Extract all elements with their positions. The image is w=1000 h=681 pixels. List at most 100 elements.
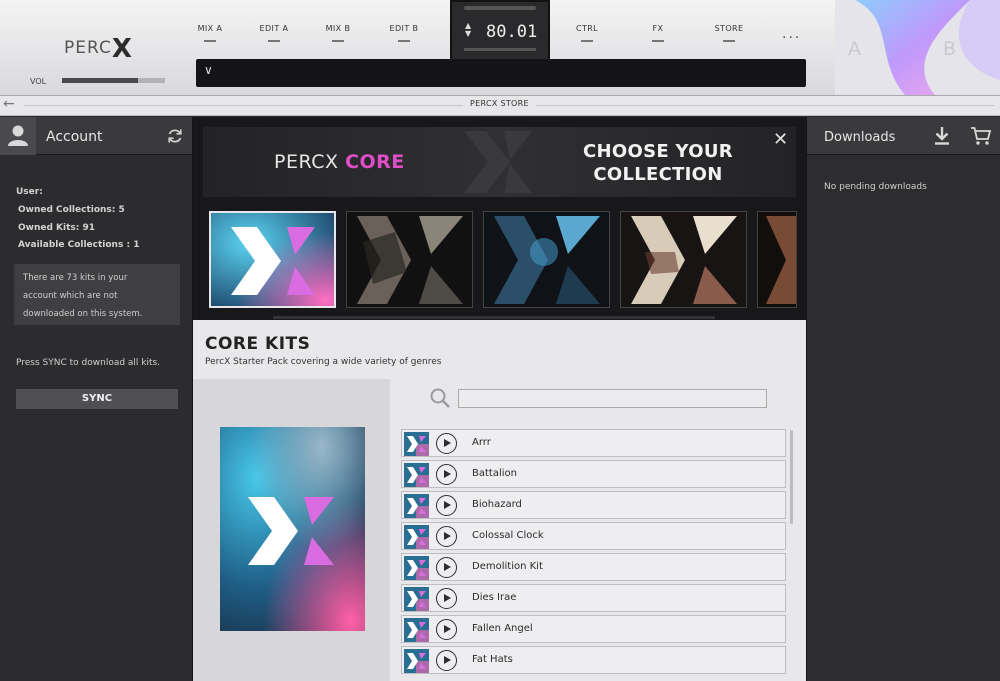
downloads-panel: Downloads No pending downloads: [806, 117, 1000, 681]
tab-edit-b[interactable]: EDIT B: [374, 24, 434, 42]
banner-logo-highlight: CORE: [345, 151, 405, 173]
close-icon[interactable]: ✕: [773, 131, 788, 149]
store-title: PERCX STORE: [463, 99, 536, 108]
tempo-top-bar: [464, 6, 536, 10]
choose-collection-heading: CHOOSE YOUR COLLECTION: [563, 140, 753, 186]
pending-downloads-text: No pending downloads: [824, 182, 927, 192]
sync-hint: Press SYNC to download all kits.: [16, 358, 161, 368]
kit-thumb: [404, 525, 429, 549]
preset-selector[interactable]: ∨: [196, 59, 806, 87]
user-label: User:: [16, 187, 43, 197]
download-icon[interactable]: [933, 126, 951, 146]
user-icon[interactable]: [0, 117, 36, 155]
account-panel: Account User: Owned Collections: 5 Owned…: [0, 117, 193, 681]
play-icon[interactable]: [436, 464, 457, 485]
list-item[interactable]: Fat Hats: [401, 646, 786, 674]
percx-logo: PERCX: [64, 34, 132, 64]
play-icon[interactable]: [436, 526, 457, 547]
list-item[interactable]: Arrr: [401, 429, 786, 457]
tab-mix-a[interactable]: MIX A: [180, 24, 240, 42]
kit-thumb: [404, 556, 429, 580]
kit-name: Arrr: [472, 437, 491, 448]
play-icon[interactable]: [436, 433, 457, 454]
downloads-title: Downloads: [824, 130, 896, 145]
collection-thumb-core[interactable]: [209, 211, 336, 308]
tempo-stepper-icon[interactable]: ▲ ▼: [465, 22, 471, 38]
owned-collections: Owned Collections: 5: [18, 205, 125, 215]
tab-store[interactable]: STORE: [699, 24, 759, 42]
kit-name: Colossal Clock: [472, 530, 544, 541]
chevron-down-icon: ∨: [204, 63, 213, 77]
list-item[interactable]: Fallen Angel: [401, 615, 786, 643]
owned-kits: Owned Kits: 91: [18, 223, 96, 233]
volume-slider-fill: [62, 78, 139, 83]
tempo-slider[interactable]: [464, 48, 536, 51]
notice-line: There are 73 kits in your: [23, 273, 128, 283]
store-content: PERCX CORE CHOOSE YOUR COLLECTION ✕ CORE…: [193, 117, 806, 681]
collection-thumb-2[interactable]: [346, 211, 473, 308]
ab-button-a[interactable]: A: [848, 38, 861, 60]
downloads-header: Downloads: [807, 117, 1000, 155]
tab-ctrl[interactable]: CTRL: [557, 24, 617, 42]
play-icon[interactable]: [436, 495, 457, 516]
collection-thumb-3[interactable]: [483, 211, 610, 308]
download-notice: There are 73 kits in your account which …: [14, 264, 180, 325]
kit-thumb: [404, 618, 429, 642]
refresh-icon[interactable]: [166, 127, 184, 145]
tab-fx[interactable]: FX: [628, 24, 688, 42]
list-item[interactable]: Colossal Clock: [401, 522, 786, 550]
kit-name: Demolition Kit: [472, 561, 543, 572]
kit-name: Battalion: [472, 468, 517, 479]
account-title: Account: [46, 129, 103, 145]
kit-list: Arrr Battalion Biohazard Colossal Clock …: [401, 429, 786, 681]
tab-mix-b[interactable]: MIX B: [308, 24, 368, 42]
play-icon[interactable]: [436, 619, 457, 640]
collection-hero: PERCX CORE CHOOSE YOUR COLLECTION ✕: [193, 117, 806, 320]
account-header: Account: [0, 117, 192, 155]
collection-scrollbar[interactable]: [273, 316, 715, 319]
volume-slider[interactable]: [62, 78, 165, 83]
available-collections: Available Collections : 1: [18, 240, 140, 250]
kit-name: Dies Irae: [472, 592, 517, 603]
kit-thumb: [404, 494, 429, 518]
kit-name: Biohazard: [472, 499, 522, 510]
kit-thumb: [404, 432, 429, 456]
kit-name: Fat Hats: [472, 654, 513, 665]
list-item[interactable]: Dies Irae: [401, 584, 786, 612]
cover-panel: [193, 379, 390, 681]
collection-thumb-5[interactable]: [757, 211, 797, 308]
kit-thumb: [404, 463, 429, 487]
banner-logo: PERCX CORE: [274, 151, 405, 173]
kit-thumb: [404, 587, 429, 611]
ab-button-b[interactable]: B: [943, 38, 956, 60]
store-nav-bar: ← PERCX STORE: [0, 96, 1000, 116]
x-logo-watermark: [464, 131, 532, 193]
kit-name: Fallen Angel: [472, 623, 533, 634]
list-item[interactable]: Demolition Kit: [401, 553, 786, 581]
play-icon[interactable]: [436, 650, 457, 671]
collection-banner: PERCX CORE CHOOSE YOUR COLLECTION: [203, 127, 796, 197]
kit-search-input[interactable]: [458, 389, 767, 408]
cta-line: COLLECTION: [593, 164, 723, 185]
tab-edit-a[interactable]: EDIT A: [244, 24, 304, 42]
cart-icon[interactable]: [970, 126, 992, 146]
collection-thumb-4[interactable]: [620, 211, 747, 308]
notice-line: downloaded on this system.: [23, 309, 143, 319]
tempo-value[interactable]: 80.01: [486, 22, 537, 42]
banner-logo-prefix: PERCX: [274, 151, 339, 173]
volume-label: VOL: [30, 77, 47, 86]
sync-button[interactable]: SYNC: [16, 389, 178, 409]
play-icon[interactable]: [436, 588, 457, 609]
top-toolbar: PERCX VOL MIX A EDIT A MIX B EDIT B ▲ ▼ 8…: [0, 0, 1000, 96]
cta-line: CHOOSE YOUR: [583, 141, 733, 162]
back-arrow-icon[interactable]: ←: [3, 96, 15, 112]
kit-list-scrollbar[interactable]: [790, 430, 793, 524]
notice-line: account which are not: [23, 291, 118, 301]
play-icon[interactable]: [436, 557, 457, 578]
list-item[interactable]: Biohazard: [401, 491, 786, 519]
tempo-display: ▲ ▼ 80.01: [450, 0, 550, 64]
more-menu-icon[interactable]: ...: [782, 26, 801, 42]
search-icon: [430, 388, 450, 408]
collection-cover-art: [220, 427, 365, 631]
list-item[interactable]: Battalion: [401, 460, 786, 488]
